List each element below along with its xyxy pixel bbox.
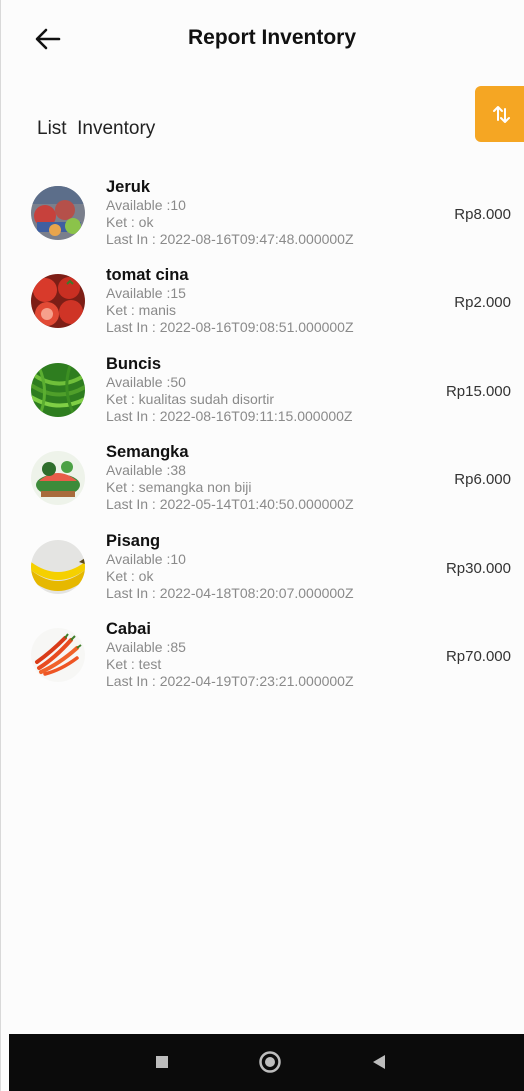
item-name: tomat cina — [106, 266, 189, 285]
home-button[interactable] — [258, 1050, 282, 1079]
item-available: Available :38 — [106, 462, 186, 479]
item-info: tomat cina Available :15 Ket : manis Las… — [106, 266, 354, 336]
list-item[interactable]: Semangka Available :38 Ket : semangka no… — [1, 443, 524, 531]
item-ket: Ket : semangka non biji — [106, 479, 252, 496]
item-last-in: Last In : 2022-05-14T01:40:50.000000Z — [106, 496, 354, 513]
system-nav-bar — [9, 1034, 524, 1091]
item-last-in: Last In : 2022-08-16T09:47:48.000000Z — [106, 231, 354, 247]
list-item[interactable]: Pisang Available :10 Ket : ok Last In : … — [1, 532, 524, 620]
item-ket: Ket : test — [106, 655, 162, 672]
item-name: Jeruk — [106, 178, 151, 196]
item-price: Rp6.000 — [454, 471, 511, 489]
list-title: List Inventory — [37, 118, 156, 139]
list-item[interactable]: Buncis Available :50 Ket : kualitas suda… — [1, 355, 524, 443]
item-available: Available :15 — [106, 285, 186, 302]
list-item[interactable]: Jeruk Available :10 Ket : ok Last In : 2… — [1, 178, 524, 266]
inventory-list: Jeruk Available :10 Ket : ok Last In : 2… — [1, 178, 524, 708]
product-image-semangka — [31, 451, 85, 506]
item-ket: Ket : ok — [106, 214, 154, 230]
item-available: Available :10 — [106, 550, 186, 567]
item-available: Available :10 — [106, 197, 186, 213]
page-title: Report Inventory — [187, 26, 357, 49]
item-last-in: Last In : 2022-08-16T09:11:15.000000Z — [106, 407, 353, 424]
item-info: Semangka Available :38 Ket : semangka no… — [106, 443, 354, 513]
product-image-pisang — [31, 539, 85, 594]
item-info: Jeruk Available :10 Ket : ok Last In : 2… — [106, 178, 354, 248]
item-name: Semangka — [106, 443, 189, 462]
item-ket: Ket : ok — [106, 567, 154, 584]
item-ket: Ket : kualitas sudah disortir — [106, 390, 275, 407]
item-info: Cabai Available :85 Ket : test Last In :… — [106, 620, 354, 690]
item-price: Rp2.000 — [454, 294, 511, 312]
triangle-back-icon — [373, 1055, 385, 1069]
recent-apps-button[interactable] — [155, 1055, 169, 1074]
product-image-cabai — [31, 627, 85, 682]
square-icon — [156, 1056, 168, 1068]
product-image-jeruk — [31, 186, 85, 240]
item-name: Cabai — [106, 619, 151, 638]
item-price: Rp70.000 — [445, 647, 511, 665]
item-last-in: Last In : 2022-08-16T09:08:51.000000Z — [106, 319, 354, 336]
product-image-buncis — [31, 362, 85, 417]
item-info: Buncis Available :50 Ket : kualitas suda… — [106, 355, 352, 425]
item-price: Rp8.000 — [454, 206, 511, 223]
product-image-tomat — [31, 274, 85, 329]
list-item[interactable]: Cabai Available :85 Ket : test Last In :… — [1, 620, 524, 708]
item-available: Available :50 — [106, 373, 186, 390]
nav-back-button[interactable] — [371, 1054, 387, 1075]
item-ket: Ket : manis — [106, 302, 177, 319]
sort-button[interactable] — [475, 86, 524, 142]
screen: Report Inventory List Inventory Jeruk Av… — [0, 0, 524, 1091]
list-item[interactable]: tomat cina Available :15 Ket : manis Las… — [1, 266, 524, 354]
item-price: Rp15.000 — [445, 382, 511, 400]
circle-icon — [259, 1051, 281, 1073]
item-name: Pisang — [106, 531, 161, 550]
sort-arrows-icon — [493, 106, 510, 123]
item-price: Rp30.000 — [445, 559, 511, 577]
item-last-in: Last In : 2022-04-19T07:23:21.000000Z — [106, 672, 354, 689]
item-available: Available :85 — [106, 638, 186, 655]
app-bar: Report Inventory — [1, 0, 524, 80]
item-info: Pisang Available :10 Ket : ok Last In : … — [106, 532, 354, 602]
item-name: Buncis — [106, 354, 162, 373]
item-last-in: Last In : 2022-04-18T08:20:07.000000Z — [106, 584, 354, 601]
